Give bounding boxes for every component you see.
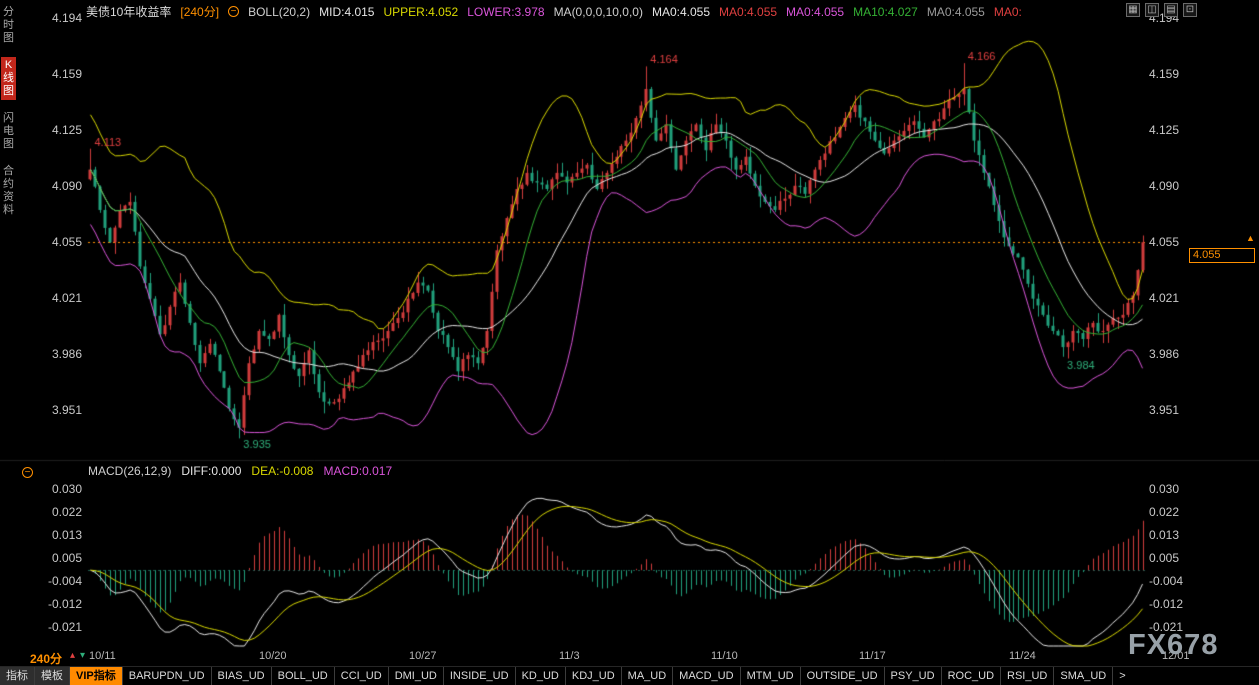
chart-indicator-header: 美债10年收益率 [240分]−BOLL(20,2) MID:4.015 UPPER:… [86,3,1022,20]
macd-indicator-header: MACD(26,12,9) DIFF:0.000 DEA:-0.008 MACD:0.… [88,464,392,478]
header-indicator-value: MA0:4.055 [652,5,710,19]
sidebar-item[interactable]: K线图 [1,57,16,100]
header-indicator-value: MID:4.015 [319,5,374,19]
x-axis-date: 11/24 [1009,650,1051,662]
bottom-tab[interactable]: VIP指标 [70,667,123,685]
x-axis-date: 11/10 [711,650,753,662]
bottom-tab[interactable]: OUTSIDE_UD [801,667,885,685]
header-indicator-value: 美债10年收益率 [86,3,171,20]
time-axis: 240分 ▴ ▾ 10/11 10/20 10/27 11/3 11/10 11/17 11… [0,648,1259,666]
window-layout-icon-2[interactable]: ◫ [1145,3,1159,17]
bottom-tab[interactable]: CCI_UD [335,667,389,685]
left-sidebar: 分时图 K线图闪电图合约资料 [0,4,17,219]
trading-app-window: 分时图K线图闪电图合约资料 美债10年收益率[240分]−BOLL(20,2)M… [0,0,1259,685]
candlestick-chart-canvas[interactable] [0,0,1259,650]
period-label[interactable]: 240分 [30,650,62,667]
x-axis-date: 10/27 [409,650,451,662]
header-indicator-value: BOLL(20,2) [248,5,310,19]
indicator-tab-bar: 指标模板VIP指标BARUPDN_UDBIAS_UDBOLL_UDCCI_UDD… [0,666,1259,685]
bottom-tab[interactable]: SMA_UD [1054,667,1113,685]
more-tabs-button[interactable]: > [1113,667,1131,685]
header-indicator-value: MA0:4.055 [719,5,777,19]
header-indicator-value: MA(0,0,0,10,0,0) [554,5,643,19]
collapse-main-pane-icon[interactable]: − [228,6,239,17]
bottom-tab[interactable]: ROC_UD [942,667,1001,685]
bottom-tab[interactable]: MTM_UD [741,667,801,685]
arrow-down-icon[interactable]: ▾ [80,650,85,661]
header-indicator-value: UPPER:4.052 [383,5,458,19]
collapse-macd-pane-icon[interactable]: − [22,467,33,478]
bottom-tab[interactable]: 模板 [35,667,70,685]
sidebar-item[interactable]: 闪电图 [1,110,16,153]
bottom-tab[interactable]: PSY_UD [885,667,942,685]
bottom-tab[interactable]: 指标 [0,667,35,685]
header-indicator-value: MA0:4.055 [927,5,985,19]
bottom-tab[interactable]: KD_UD [516,667,566,685]
x-axis-date: 10/20 [259,650,301,662]
header-indicator-value: MA10:4.027 [853,5,918,19]
current-price-marker-icon: ▲ [1246,233,1255,243]
window-layout-buttons: ▦ ◫ ▤ ⊡ [1126,3,1197,17]
bottom-tab[interactable]: DMI_UD [389,667,444,685]
header-indicator-value: MA0: [994,5,1022,19]
header-indicator-value: [240分] [180,3,219,20]
bottom-tab[interactable]: MACD_UD [673,667,740,685]
sidebar-item[interactable]: 分时图 [1,4,16,47]
macd-indicator-value: MACD(26,12,9) [88,464,171,478]
x-axis-date: 11/17 [859,650,901,662]
bottom-tab[interactable]: RSI_UD [1001,667,1054,685]
header-indicator-value: MA0:4.055 [786,5,844,19]
bottom-tab[interactable]: BOLL_UD [272,667,335,685]
current-price-tag: 4.055 [1189,248,1255,263]
macd-indicator-value: MACD:0.017 [323,464,392,478]
window-layout-icon-1[interactable]: ▦ [1126,3,1140,17]
window-layout-icon-3[interactable]: ▤ [1164,3,1178,17]
x-axis-date: 11/3 [559,650,601,662]
bottom-tab[interactable]: MA_UD [622,667,674,685]
sidebar-item[interactable]: 合约资料 [1,163,16,219]
watermark: FX678 [1128,629,1218,662]
arrow-up-icon[interactable]: ▴ [70,650,75,661]
window-layout-icon-4[interactable]: ⊡ [1183,3,1197,17]
header-indicator-value: LOWER:3.978 [467,5,544,19]
macd-indicator-value: DIFF:0.000 [181,464,241,478]
x-axis-date: 10/11 [89,650,131,662]
bottom-tab[interactable]: BARUPDN_UD [123,667,212,685]
bottom-tab[interactable]: INSIDE_UD [444,667,516,685]
bottom-tab[interactable]: KDJ_UD [566,667,622,685]
bottom-tab[interactable]: BIAS_UD [212,667,272,685]
macd-indicator-value: DEA:-0.008 [251,464,313,478]
